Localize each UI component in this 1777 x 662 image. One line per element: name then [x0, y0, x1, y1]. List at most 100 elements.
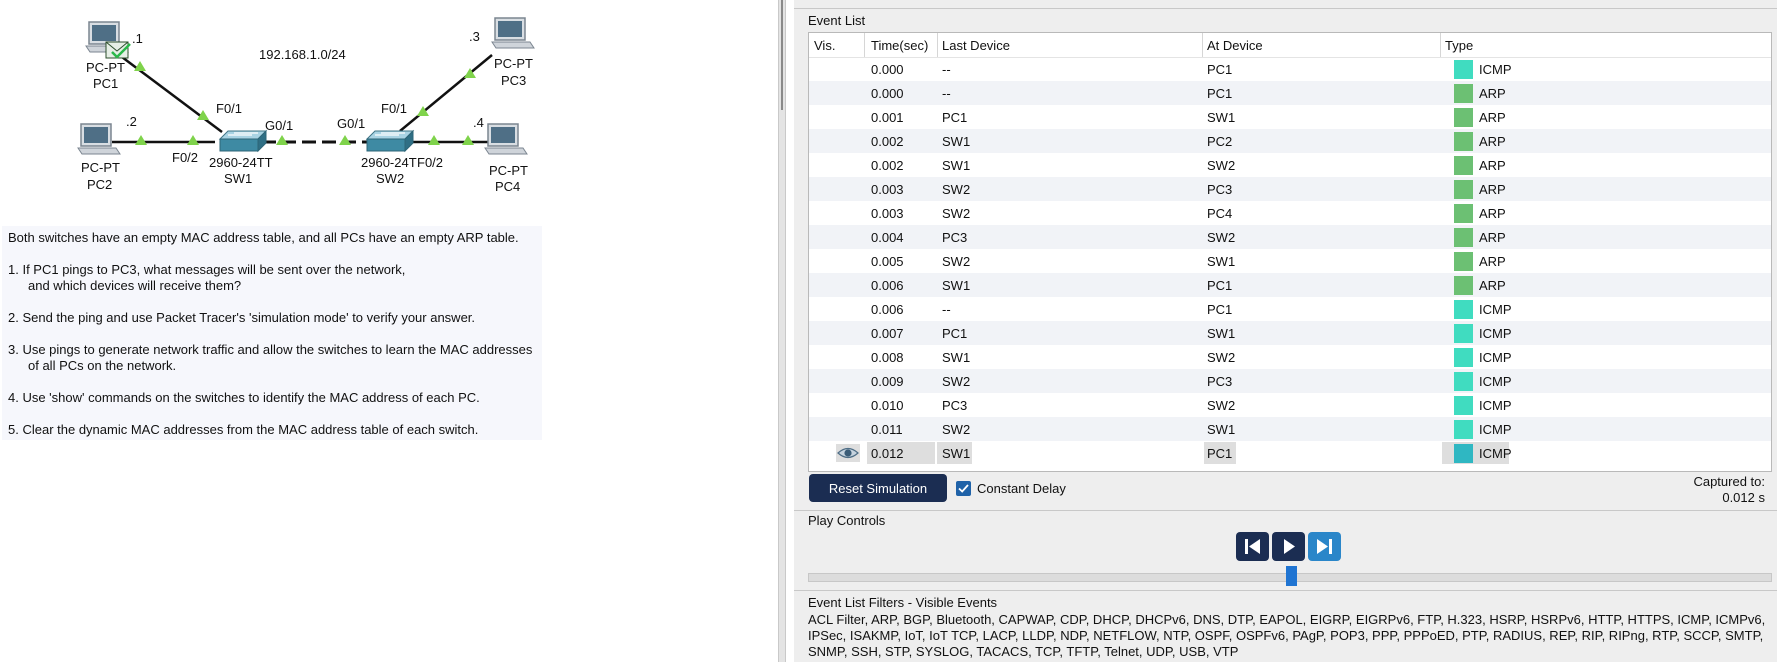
constant-delay-label[interactable]: Constant Delay	[977, 481, 1066, 496]
pane-divider[interactable]	[778, 0, 786, 662]
event-row[interactable]: 0.003 SW2 PC4 ARP	[809, 201, 1771, 225]
event-last-device: PC1	[942, 326, 968, 341]
pc2-name-label: PC2	[87, 177, 112, 192]
event-type-color-swatch[interactable]	[1454, 372, 1473, 391]
pc4-ip-suffix: .4	[473, 115, 484, 130]
playback-slider-thumb[interactable]	[1286, 566, 1297, 586]
event-type-color-swatch[interactable]	[1454, 276, 1473, 295]
event-row[interactable]: 0.009 SW2 PC3 ICMP	[809, 369, 1771, 393]
play-icon	[1284, 539, 1295, 554]
event-last-device: SW1	[942, 350, 971, 365]
event-row[interactable]: 0.003 SW2 PC3 ARP	[809, 177, 1771, 201]
pc2-device[interactable]	[77, 123, 121, 155]
event-last-device: PC3	[942, 398, 968, 413]
event-row[interactable]: 0.000 -- PC1 ICMP	[809, 57, 1771, 81]
play-button[interactable]	[1272, 532, 1305, 561]
pc4-type-label: PC-PT	[489, 163, 528, 178]
sw1-name-label: SW1	[224, 171, 252, 186]
event-type-color-swatch[interactable]	[1454, 228, 1473, 247]
event-row[interactable]: 0.000 -- PC1 ARP	[809, 81, 1771, 105]
event-time: 0.005	[871, 254, 904, 269]
event-row[interactable]: 0.007 PC1 SW1 ICMP	[809, 321, 1771, 345]
event-at-device: PC1	[1207, 86, 1233, 101]
event-type-color-swatch[interactable]	[1454, 132, 1473, 151]
event-list-header: Vis. Time(sec) Last Device At Device Typ…	[809, 33, 1771, 58]
event-last-device: SW1	[942, 278, 971, 293]
separator	[794, 8, 1777, 9]
reset-simulation-button[interactable]: Reset Simulation	[809, 474, 947, 502]
event-type: ARP	[1479, 182, 1506, 197]
event-at-device: PC2	[1207, 134, 1233, 149]
instructions-q2: 2. Send the ping and use Packet Tracer's…	[8, 310, 476, 325]
event-row[interactable]: 0.006 SW1 PC1 ARP	[809, 273, 1771, 297]
event-type-color-swatch[interactable]	[1454, 108, 1473, 127]
step-forward-button[interactable]	[1308, 532, 1341, 561]
sw2-model-label: 2960-24T	[361, 155, 417, 170]
column-header-last-device[interactable]: Last Device	[942, 38, 1010, 53]
constant-delay-checkbox[interactable]	[956, 481, 971, 496]
event-row[interactable]: 0.012 SW1 PC1 ICMP	[809, 441, 1771, 465]
event-type-color-swatch[interactable]	[1454, 60, 1473, 79]
captured-label: Captured to:	[1693, 474, 1765, 489]
event-filters-list[interactable]: ACL Filter, ARP, BGP, Bluetooth, CAPWAP,…	[808, 612, 1773, 660]
pc4-device[interactable]	[484, 123, 528, 155]
column-header-vis[interactable]: Vis.	[814, 38, 835, 53]
column-header-time[interactable]: Time(sec)	[871, 38, 928, 53]
event-row[interactable]: 0.001 PC1 SW1 ARP	[809, 105, 1771, 129]
event-type: ICMP	[1479, 398, 1512, 413]
column-header-at-device[interactable]: At Device	[1207, 38, 1263, 53]
event-type-color-swatch[interactable]	[1454, 444, 1473, 463]
topology-diagram[interactable]: 192.168.1.0/24 .1 PC-PT PC1 .2 PC-PT PC2…	[0, 0, 560, 215]
step-back-button[interactable]	[1236, 532, 1269, 561]
event-type-color-swatch[interactable]	[1454, 348, 1473, 367]
event-type-color-swatch[interactable]	[1454, 204, 1473, 223]
event-type-color-swatch[interactable]	[1454, 156, 1473, 175]
eye-icon[interactable]	[836, 444, 860, 462]
event-at-device: PC1	[1207, 278, 1233, 293]
event-row[interactable]: 0.002 SW1 SW2 ARP	[809, 153, 1771, 177]
pc3-ip-suffix: .3	[469, 29, 480, 44]
event-type-color-swatch[interactable]	[1454, 324, 1473, 343]
event-at-device: PC1	[1207, 446, 1233, 461]
column-header-type[interactable]: Type	[1445, 38, 1473, 53]
pc1-device[interactable]	[85, 21, 131, 59]
event-row[interactable]: 0.006 -- PC1 ICMP	[809, 297, 1771, 321]
event-row[interactable]: 0.002 SW1 PC2 ARP	[809, 129, 1771, 153]
event-last-device: SW2	[942, 422, 971, 437]
event-row[interactable]: 0.005 SW2 SW1 ARP	[809, 249, 1771, 273]
sw1-port-f02: F0/2	[172, 150, 198, 165]
event-row[interactable]: 0.008 SW1 SW2 ICMP	[809, 345, 1771, 369]
event-time: 0.003	[871, 182, 904, 197]
event-row[interactable]: 0.010 PC3 SW2 ICMP	[809, 393, 1771, 417]
sw2-name-label: SW2	[376, 171, 404, 186]
event-time: 0.008	[871, 350, 904, 365]
sw1-device[interactable]	[219, 130, 267, 152]
pc1-ip-suffix: .1	[132, 31, 143, 46]
divider-grip[interactable]	[781, 0, 783, 110]
pc4-name-label: PC4	[495, 179, 520, 194]
pc1-name-label: PC1	[93, 76, 118, 91]
sw2-device[interactable]	[366, 130, 414, 152]
pc3-type-label: PC-PT	[494, 56, 533, 71]
event-last-device: SW1	[942, 134, 971, 149]
event-type-color-swatch[interactable]	[1454, 180, 1473, 199]
event-row[interactable]: 0.011 SW2 SW1 ICMP	[809, 417, 1771, 441]
sw1-port-f01: F0/1	[216, 101, 242, 116]
event-type: ARP	[1479, 254, 1506, 269]
event-type-color-swatch[interactable]	[1454, 420, 1473, 439]
event-at-device: SW1	[1207, 422, 1236, 437]
event-filters-title: Event List Filters - Visible Events	[808, 595, 998, 610]
event-type-color-swatch[interactable]	[1454, 300, 1473, 319]
event-at-device: SW1	[1207, 326, 1236, 341]
event-last-device: SW1	[942, 446, 971, 461]
event-type-color-swatch[interactable]	[1454, 84, 1473, 103]
event-row[interactable]: 0.004 PC3 SW2 ARP	[809, 225, 1771, 249]
instructions-q1-line1: 1. If PC1 pings to PC3, what messages wi…	[8, 262, 406, 277]
event-type-color-swatch[interactable]	[1454, 252, 1473, 271]
event-type-color-swatch[interactable]	[1454, 396, 1473, 415]
event-at-device: PC3	[1207, 182, 1233, 197]
event-last-device: --	[942, 86, 951, 101]
pc3-name-label: PC3	[501, 73, 526, 88]
pc3-device[interactable]	[491, 17, 535, 49]
event-at-device: PC4	[1207, 206, 1233, 221]
